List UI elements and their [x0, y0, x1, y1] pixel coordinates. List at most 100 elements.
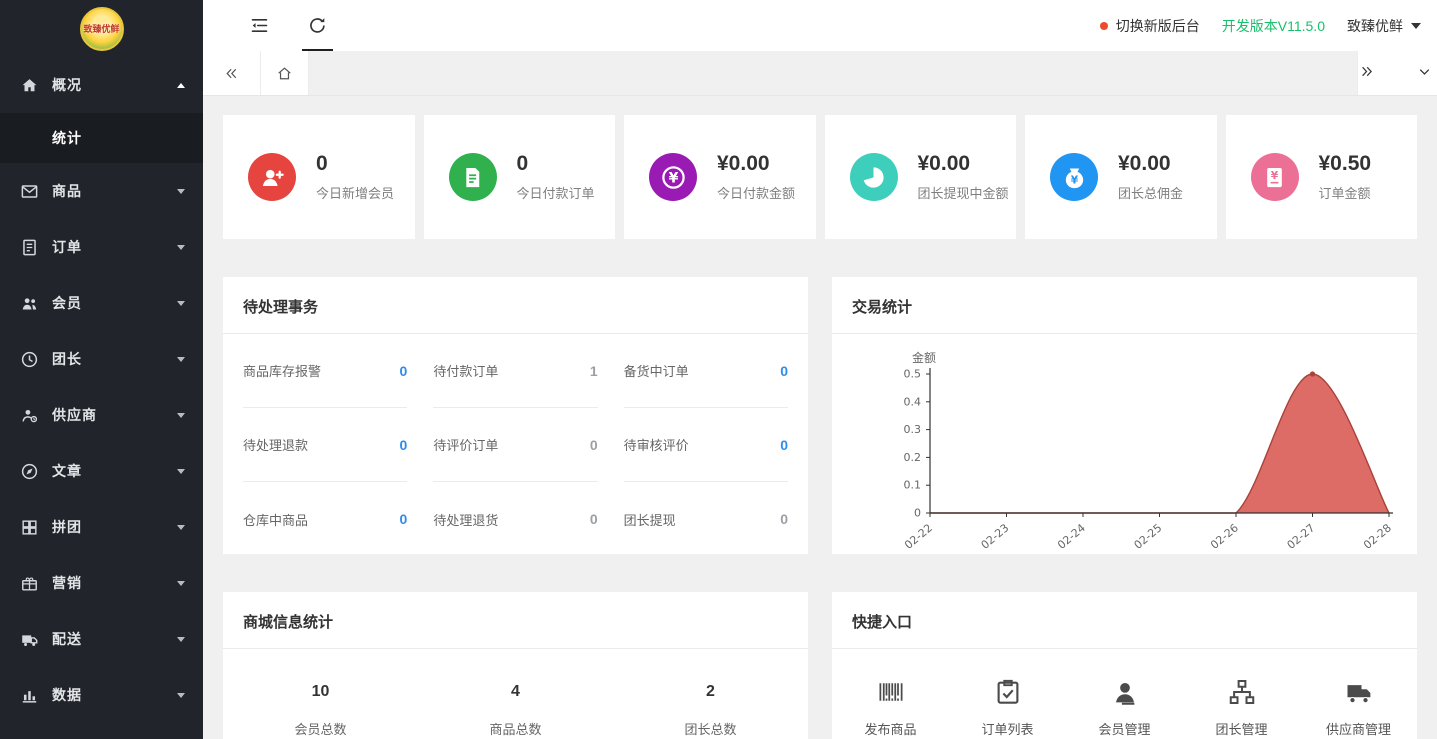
- mall-stat: 4商品总数: [418, 683, 613, 738]
- quick-entry-label: 订单列表: [981, 719, 1033, 738]
- mall-stats-panel: 商城信息统计 10会员总数4商品总数2团长总数: [223, 592, 808, 739]
- pending-item-value[interactable]: 0: [780, 511, 788, 527]
- data-icon: [20, 686, 39, 705]
- chart-container: 00.10.20.30.40.5金额02-2202-2302-2402-2502…: [832, 334, 1417, 551]
- tabs-menu-button[interactable]: [1416, 63, 1437, 84]
- bottom-panels: 商城信息统计 10会员总数4商品总数2团长总数 快捷入口 发布商品订单列表会员管…: [223, 592, 1417, 739]
- receipt-yen-icon: ¥: [1251, 153, 1299, 201]
- sidebar-item-goods[interactable]: 商品: [0, 163, 203, 219]
- status-dot-icon: [1100, 22, 1108, 30]
- stat-info: 0今日新增会员: [316, 152, 394, 201]
- svg-text:02-27: 02-27: [1285, 521, 1318, 551]
- mall-stat-label: 商品总数: [418, 719, 613, 738]
- sidebar-item-label: 供应商: [52, 405, 97, 425]
- content-area: 0今日新增会员0今日付款订单¥¥0.00今日付款金额¥0.00团长提现中金额¥¥…: [203, 96, 1437, 739]
- sidebar-item-label: 营销: [52, 573, 82, 593]
- stat-cards-row: 0今日新增会员0今日付款订单¥¥0.00今日付款金额¥0.00团长提现中金额¥¥…: [223, 115, 1417, 239]
- sidebar-item-groupbuy[interactable]: 拼团: [0, 499, 203, 555]
- tabbar-controls: [1357, 51, 1437, 95]
- quick-entry-barcode[interactable]: 发布商品: [832, 677, 949, 738]
- sidebar-item-delivery[interactable]: 配送: [0, 611, 203, 667]
- home-tab[interactable]: [261, 51, 309, 95]
- pending-item-label: 待审核评价: [624, 435, 689, 454]
- mall-stat: 10会员总数: [223, 683, 418, 738]
- sidebar-item-label: 数据: [52, 685, 82, 705]
- order-icon: [20, 238, 39, 257]
- pending-item-value[interactable]: 0: [590, 511, 598, 527]
- sidebar-item-label: 拼团: [52, 517, 82, 537]
- account-menu[interactable]: 致臻优鲜: [1347, 16, 1421, 36]
- pending-item-value[interactable]: 0: [780, 437, 788, 453]
- pending-item-label: 待处理退款: [243, 435, 308, 454]
- order-list-icon: [993, 677, 1023, 707]
- chevron-down-icon: [177, 189, 185, 194]
- supplier-icon: [20, 406, 39, 425]
- chevron-down-icon: [177, 301, 185, 306]
- sidebar-item-label: 概况: [52, 75, 82, 95]
- stat-info: ¥0.50订单金额: [1319, 152, 1372, 201]
- sidebar-item-label: 会员: [52, 293, 82, 313]
- pending-item-value[interactable]: 0: [780, 363, 788, 379]
- svg-text:0.4: 0.4: [904, 395, 922, 408]
- sidebar-item-orders[interactable]: 订单: [0, 219, 203, 275]
- stat-card-1: 0 今日付款订单: [424, 115, 616, 239]
- sidebar-subitem-stats[interactable]: 统计: [0, 113, 203, 163]
- svg-text:0.2: 0.2: [904, 451, 922, 464]
- sidebar-item-leaders[interactable]: 团长: [0, 331, 203, 387]
- pending-item: 待付款订单1: [433, 334, 597, 408]
- stat-label: 团长提现中金额: [918, 183, 1009, 202]
- stat-value: ¥0.50: [1319, 152, 1372, 175]
- article-icon: [20, 462, 39, 481]
- stat-value: 0: [517, 152, 595, 175]
- brand-logo[interactable]: 致臻优鲜: [0, 0, 203, 57]
- delivery-icon: [20, 630, 39, 649]
- collapse-sidebar-icon[interactable]: [249, 15, 270, 36]
- stat-info: ¥0.00团长总佣金: [1118, 152, 1183, 201]
- tabs-scroll-left-button[interactable]: [203, 51, 261, 95]
- sidebar-item-overview[interactable]: 概况: [0, 57, 203, 113]
- quick-entry-order-list[interactable]: 订单列表: [949, 677, 1066, 738]
- sidebar-item-members[interactable]: 会员: [0, 275, 203, 331]
- stat-label: 团长总佣金: [1118, 183, 1183, 202]
- doc-lines-icon: [449, 153, 497, 201]
- svg-text:02-28: 02-28: [1361, 521, 1394, 551]
- mall-stat-label: 会员总数: [223, 719, 418, 738]
- quick-entry-label: 供应商管理: [1326, 719, 1391, 738]
- leader-icon: [20, 350, 39, 369]
- stat-info: ¥0.00团长提现中金额: [918, 152, 1009, 201]
- refresh-icon[interactable]: [307, 15, 328, 36]
- pending-item-value[interactable]: 0: [400, 363, 408, 379]
- sidebar-item-articles[interactable]: 文章: [0, 443, 203, 499]
- sidebar-item-data[interactable]: 数据: [0, 667, 203, 723]
- chevron-down-icon: [177, 525, 185, 530]
- pending-item-value[interactable]: 0: [400, 437, 408, 453]
- transactions-title: 交易统计: [832, 277, 1417, 334]
- pending-item-label: 备货中订单: [624, 361, 689, 380]
- sidebar-item-label: 商品: [52, 181, 82, 201]
- chevron-down-icon: [1411, 23, 1421, 29]
- topbar: 切换新版后台 开发版本V11.5.0 致臻优鲜: [203, 0, 1437, 51]
- svg-text:02-24: 02-24: [1055, 521, 1088, 551]
- sidebar-item-marketing[interactable]: 营销: [0, 555, 203, 611]
- quick-entry-label: 会员管理: [1098, 719, 1150, 738]
- stat-label: 今日付款订单: [517, 183, 595, 202]
- switch-new-backend-link[interactable]: 切换新版后台: [1116, 16, 1200, 36]
- svg-text:02-22: 02-22: [902, 521, 935, 551]
- version-link[interactable]: 开发版本V11.5.0: [1222, 16, 1325, 36]
- pending-item-value[interactable]: 0: [590, 437, 598, 453]
- mall-stat: 2团长总数: [613, 683, 808, 738]
- pending-item-value[interactable]: 1: [590, 363, 598, 379]
- pending-item-value[interactable]: 0: [400, 511, 408, 527]
- sidebar-item-suppliers[interactable]: 供应商: [0, 387, 203, 443]
- svg-text:02-23: 02-23: [979, 521, 1012, 551]
- quick-entry-member-manage[interactable]: 会员管理: [1066, 677, 1183, 738]
- pending-item-label: 商品库存报警: [243, 361, 321, 380]
- pending-tasks-panel: 待处理事务 商品库存报警0待付款订单1备货中订单0待处理退款0待评价订单0待审核…: [223, 277, 808, 554]
- yen-ring-icon: ¥: [649, 153, 697, 201]
- pending-item: 待审核评价 0: [624, 408, 788, 482]
- pending-item: 待处理退款 0: [243, 408, 407, 482]
- tabs-scroll-right-button[interactable]: [1358, 63, 1379, 84]
- quick-entry-supplier-truck[interactable]: 供应商管理: [1300, 677, 1417, 738]
- pending-item-label: 团长提现: [624, 510, 676, 529]
- quick-entry-leader-tree[interactable]: 团长管理: [1183, 677, 1300, 738]
